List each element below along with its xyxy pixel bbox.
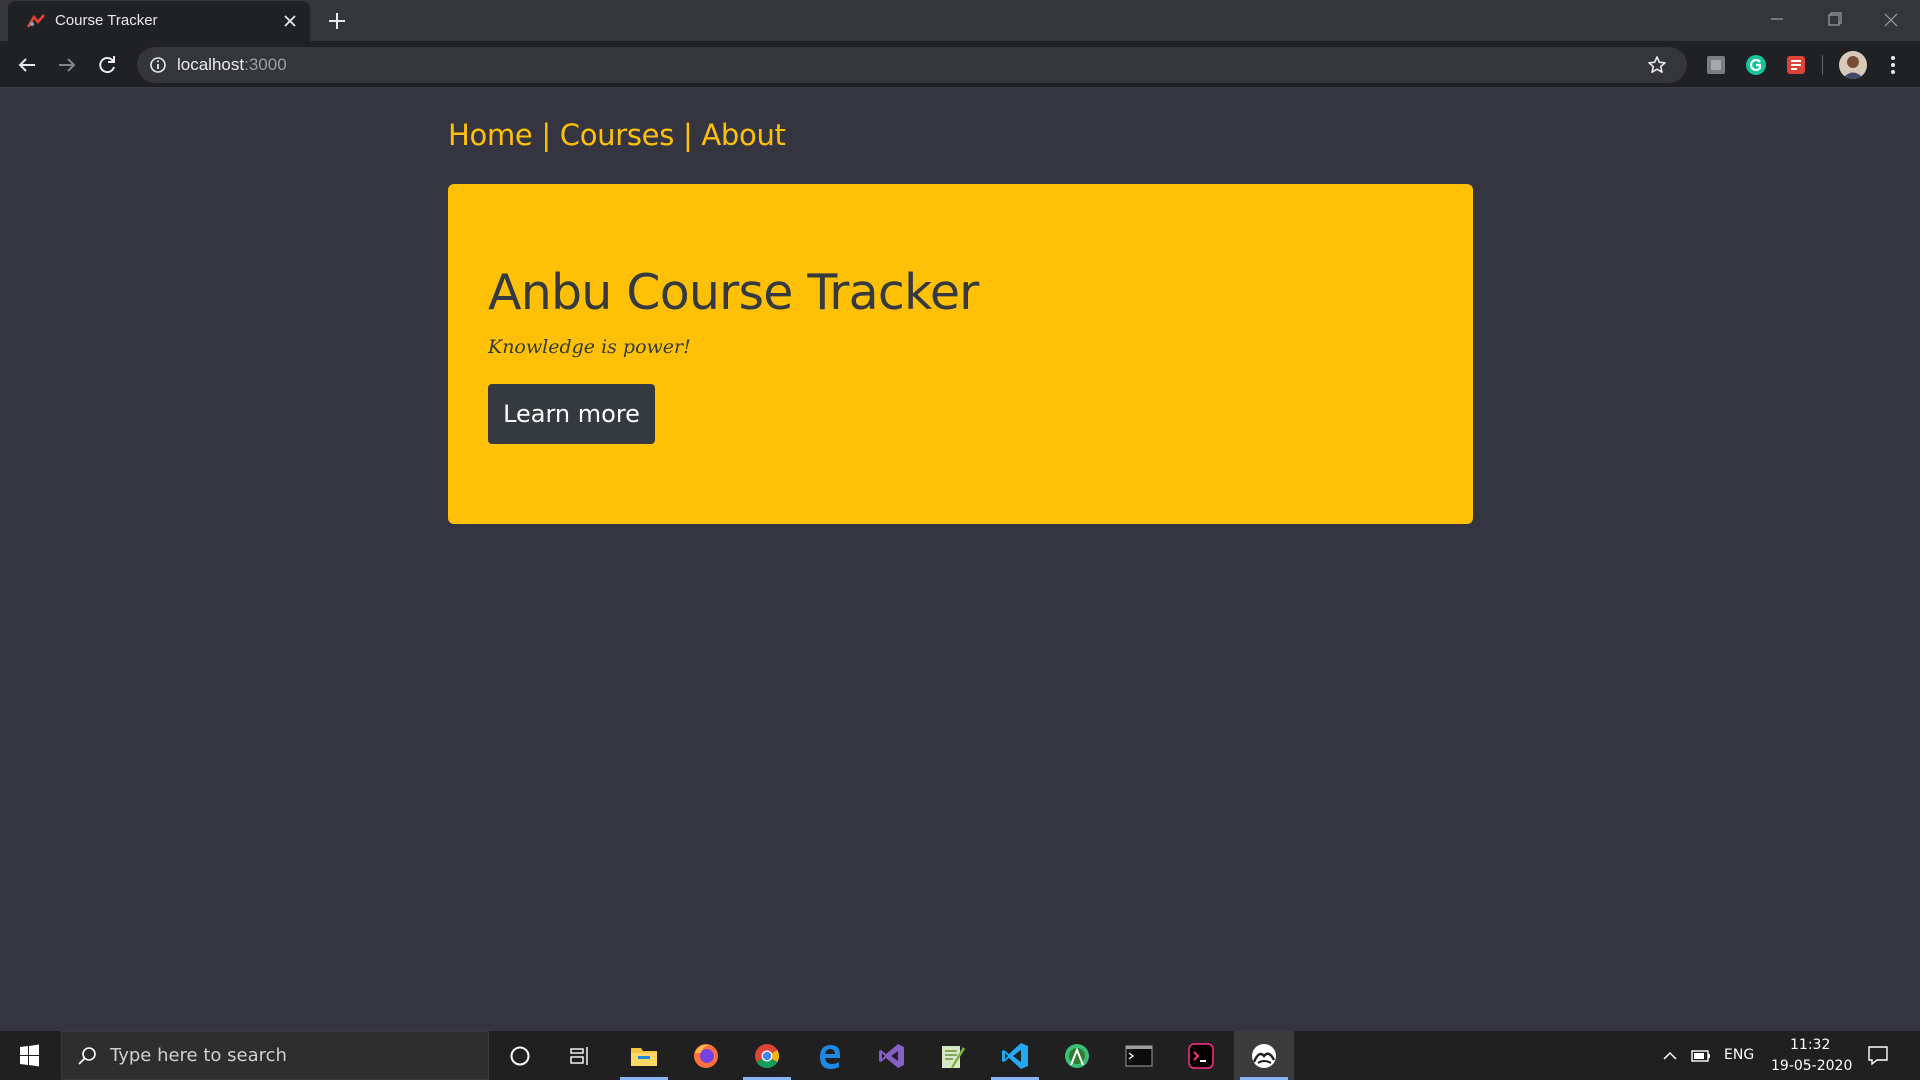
- file-explorer-icon: [631, 1047, 657, 1066]
- notepad-plus-icon: [942, 1045, 965, 1068]
- toolbar-divider: [1822, 55, 1823, 75]
- task-view-button[interactable]: [550, 1031, 610, 1080]
- visual-studio-icon: [879, 1043, 904, 1068]
- hero-lead: Knowledge is power!: [488, 336, 691, 358]
- windows-taskbar: Type here to search ENG 11:32 19-05-2020: [0, 1031, 1920, 1080]
- notifications-icon[interactable]: [1866, 1043, 1890, 1067]
- taskbar-firefox[interactable]: [676, 1031, 736, 1080]
- input-language[interactable]: ENG: [1724, 1047, 1754, 1063]
- clock-time[interactable]: 11:32: [1790, 1037, 1830, 1053]
- reload-icon[interactable]: [93, 51, 121, 79]
- browser-tab[interactable]: Course Tracker: [8, 1, 310, 41]
- search-placeholder: Type here to search: [110, 1045, 287, 1066]
- window-close-icon[interactable]: [1869, 6, 1913, 34]
- vscode-icon: [1002, 1042, 1028, 1069]
- windows-start-icon[interactable]: [0, 1031, 58, 1080]
- address-bar[interactable]: localhost:3000: [137, 47, 1687, 83]
- task-view-icon: [570, 1046, 588, 1065]
- search-icon: [78, 1047, 96, 1065]
- new-tab-icon[interactable]: [325, 10, 349, 32]
- taskbar-paint-app[interactable]: [1234, 1031, 1294, 1080]
- url-port: :3000: [244, 55, 287, 74]
- nav-link-about[interactable]: About: [701, 118, 786, 152]
- info-icon[interactable]: [149, 56, 167, 74]
- taskbar-vscode[interactable]: [985, 1031, 1045, 1080]
- nav-link-home[interactable]: Home: [448, 118, 533, 152]
- back-icon[interactable]: [13, 51, 41, 79]
- taskbar-file-explorer[interactable]: [614, 1031, 674, 1080]
- favicon-icon: [26, 14, 45, 28]
- edge-icon: [820, 1044, 841, 1069]
- avatar-icon: [1839, 51, 1867, 79]
- hyper-terminal-icon: [1188, 1042, 1214, 1069]
- restore-icon[interactable]: [1812, 6, 1856, 34]
- todo-extension-icon[interactable]: [1784, 53, 1808, 77]
- browser-toolbar: localhost:3000: [0, 41, 1920, 88]
- site-nav: Home | Courses | About: [448, 118, 786, 152]
- tab-title: Course Tracker: [55, 12, 158, 29]
- taskbar-android-studio[interactable]: [1047, 1031, 1107, 1080]
- minimize-icon[interactable]: [1755, 6, 1799, 34]
- hero-jumbotron: Anbu Course Tracker Knowledge is power! …: [448, 184, 1473, 524]
- browser-menu-icon[interactable]: [1883, 53, 1903, 77]
- hero-title: Anbu Course Tracker: [488, 264, 979, 321]
- forward-icon[interactable]: [53, 51, 81, 79]
- taskbar-hyper[interactable]: [1171, 1031, 1231, 1080]
- paint-app-icon: [1252, 1043, 1276, 1068]
- battery-icon[interactable]: [1690, 1046, 1712, 1066]
- close-tab-icon[interactable]: [280, 11, 300, 31]
- cortana-button[interactable]: [490, 1031, 550, 1080]
- url-host: localhost: [177, 55, 245, 74]
- web-page: Home | Courses | About Anbu Course Track…: [0, 88, 1920, 1031]
- clock-date[interactable]: 19-05-2020: [1771, 1058, 1852, 1074]
- nav-separator: |: [541, 118, 551, 152]
- terminal-icon: [1125, 1045, 1153, 1066]
- taskbar-edge[interactable]: [800, 1031, 860, 1080]
- grammarly-icon[interactable]: [1744, 53, 1768, 77]
- nav-link-courses[interactable]: Courses: [560, 118, 675, 152]
- extension-icon[interactable]: [1704, 53, 1728, 77]
- show-hidden-icons-icon[interactable]: [1660, 1046, 1680, 1066]
- browser-tabstrip: Course Tracker: [0, 0, 1920, 41]
- cortana-icon: [510, 1046, 530, 1065]
- learn-more-button[interactable]: Learn more: [488, 384, 655, 444]
- bookmark-star-icon[interactable]: [1647, 55, 1667, 75]
- android-studio-icon: [1065, 1043, 1089, 1068]
- chrome-icon: [755, 1043, 780, 1068]
- nav-separator: |: [682, 118, 693, 152]
- url-text: localhost:3000: [177, 55, 287, 75]
- firefox-icon: [694, 1043, 718, 1068]
- taskbar-notepad[interactable]: [922, 1031, 982, 1080]
- profile-avatar[interactable]: [1839, 51, 1867, 79]
- taskbar-visual-studio[interactable]: [862, 1031, 922, 1080]
- taskbar-chrome[interactable]: [737, 1031, 797, 1080]
- taskbar-terminal[interactable]: [1109, 1031, 1169, 1080]
- taskbar-search-box[interactable]: Type here to search: [61, 1031, 489, 1080]
